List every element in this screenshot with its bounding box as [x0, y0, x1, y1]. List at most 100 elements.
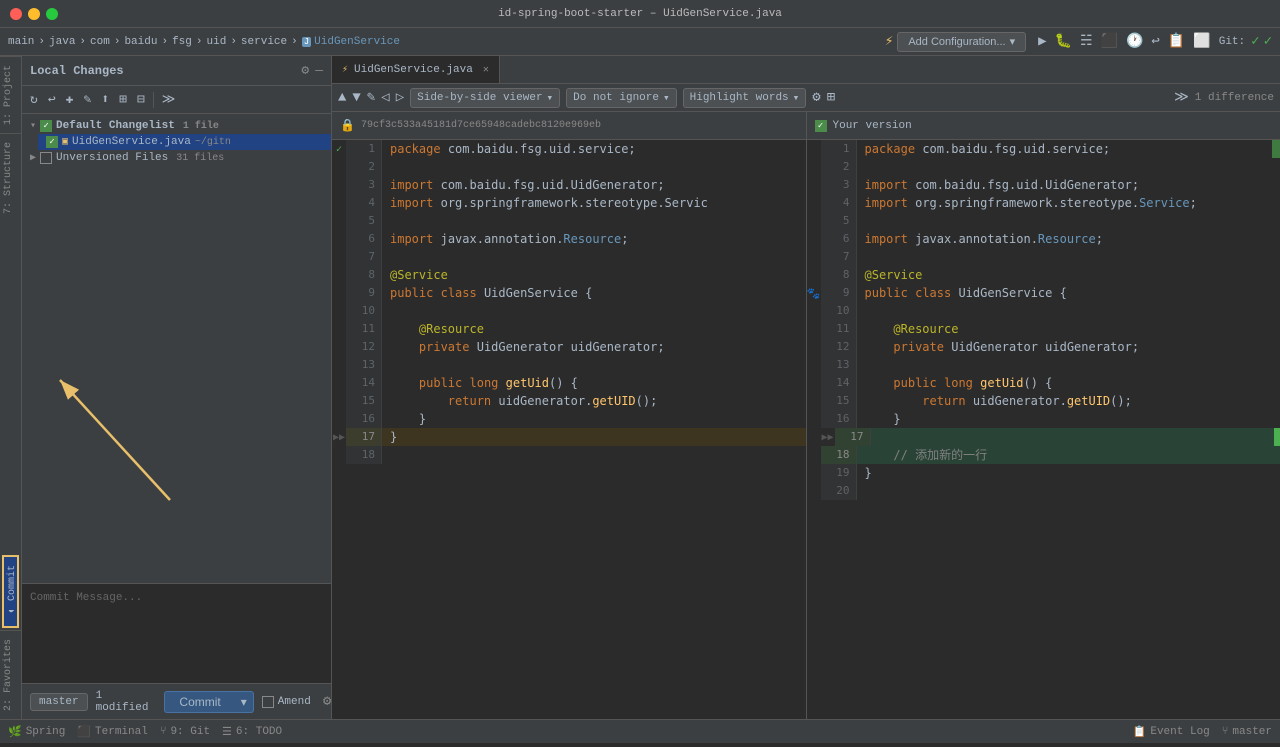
breadcrumb-com[interactable]: com [90, 36, 110, 48]
minimize-button[interactable] [28, 8, 40, 20]
right-diff-checkbox[interactable]: ✓ [815, 120, 827, 132]
amend-option[interactable]: Amend [262, 696, 311, 708]
event-log-status[interactable]: 📋 Event Log [1133, 725, 1210, 739]
more-btn[interactable]: ≫ [158, 90, 180, 109]
sidebar-tab-commit[interactable]: ☁ Commit [2, 555, 19, 628]
add-btn[interactable]: ✚ [62, 90, 78, 109]
expand-arrow-icon[interactable]: ▾ [30, 120, 36, 132]
commit-button[interactable]: Commit [164, 691, 234, 713]
line-content [382, 248, 806, 266]
fullscreen-button[interactable] [46, 8, 58, 20]
line-content: @Resource [382, 320, 806, 338]
commit-settings-icon[interactable]: ⚙ [323, 693, 331, 710]
breadcrumb-fsg[interactable]: fsg [172, 36, 192, 48]
line-content: package com.baidu.fsg.uid.service; [382, 140, 806, 158]
file-tab-uidgenservice[interactable]: ⚡ UidGenService.java ✕ [332, 56, 500, 83]
spring-status[interactable]: 🌿 Spring [8, 725, 65, 739]
group-btn[interactable]: ⊞ [115, 90, 131, 109]
breadcrumb-baidu[interactable]: baidu [124, 36, 157, 48]
close-button[interactable] [10, 8, 22, 20]
copy-icon[interactable]: 📋 [1168, 33, 1185, 50]
sidebar-tab-project[interactable]: 1: Project [0, 56, 21, 133]
highlight-select[interactable]: Highlight words ▾ [683, 88, 807, 108]
diff-back-button[interactable]: ◁ [381, 89, 389, 106]
diff-line-marker [332, 302, 346, 320]
terminal-label: Terminal [95, 726, 148, 738]
master-branch-status[interactable]: ⑂ master [1222, 726, 1272, 738]
diff-settings-icon[interactable]: ⚙ [812, 89, 820, 106]
coverage-icon[interactable]: ☵ [1080, 33, 1093, 50]
debug-icon[interactable]: 🐛 [1055, 33, 1072, 50]
diff-more-icon[interactable]: ≫ [1174, 89, 1189, 106]
diff-columns-icon[interactable]: ⊞ [827, 89, 835, 106]
diff-line-marker [807, 428, 821, 446]
diff-line: 10 [332, 302, 806, 320]
breadcrumb-uid[interactable]: uid [207, 36, 227, 48]
breadcrumb-class[interactable]: J UidGenService [302, 36, 400, 48]
diff-line-marker [807, 212, 821, 230]
git-status[interactable]: ⑂ 9: Git [160, 726, 210, 738]
breadcrumb-main[interactable]: main [8, 36, 34, 48]
diff-line: 7 [807, 248, 1280, 266]
fold-icon[interactable]: ▶▶ [332, 428, 346, 446]
edit-btn[interactable]: ✎ [79, 90, 95, 109]
unversioned-files-header[interactable]: ▶ Unversioned Files 31 files [22, 150, 331, 166]
line-content [382, 302, 806, 320]
fold-icon[interactable]: ▶▶ [821, 428, 835, 446]
commit-dropdown-button[interactable]: ▾ [235, 691, 254, 713]
diff-line-added-17: ▶▶ 17 [807, 428, 1280, 446]
unversioned-expand-icon[interactable]: ▶ [30, 152, 36, 164]
stop-icon[interactable]: ⬛ [1101, 33, 1118, 50]
line-content [382, 158, 806, 176]
changes-toolbar: ↻ ↩ ✚ ✎ ⬆ ⊞ ⊟ ≫ [22, 86, 331, 114]
file-checkbox[interactable]: ✓ [46, 136, 58, 148]
diff-edit-button[interactable]: ✎ [367, 89, 375, 106]
expand-btn[interactable]: ⊟ [133, 90, 149, 109]
highlight-select-label: Highlight words [690, 92, 789, 104]
line-num: 8 [346, 266, 382, 284]
file-tab-name: UidGenService.java [354, 64, 473, 76]
sidebar-tab-structure[interactable]: 7: Structure [0, 133, 21, 222]
unversioned-checkbox[interactable] [40, 152, 52, 164]
status-bar: 🌿 Spring ⬛ Terminal ⑂ 9: Git ☰ 6: TODO 📋… [0, 719, 1280, 743]
refresh-btn[interactable]: ↻ [26, 90, 42, 109]
layout-icon[interactable]: ⬜ [1193, 33, 1210, 50]
sidebar-tab-favorites[interactable]: 2: Favorites [0, 630, 21, 719]
diff-line-marker [332, 284, 346, 302]
left-diff-side: 🔒 79cf3c533a45181d7ce65948cadebc8120e969… [332, 112, 807, 719]
changelist-checkbox[interactable]: ✓ [40, 120, 52, 132]
upload-btn[interactable]: ⬆ [97, 90, 113, 109]
git-checkmark-icon[interactable]: ✓ [1264, 33, 1272, 50]
diff-line: 🐾 9 public class UidGenService { [807, 284, 1280, 302]
diff-prev-button[interactable]: ▲ [338, 90, 346, 106]
window-controls[interactable] [10, 8, 58, 20]
event-log-icon: 📋 [1133, 725, 1147, 739]
close-panel-icon[interactable]: — [315, 63, 323, 78]
breadcrumb-java[interactable]: java [49, 36, 75, 48]
undo-icon[interactable]: ↩ [1151, 33, 1159, 50]
diff-line: 11 @Resource [807, 320, 1280, 338]
file-item[interactable]: ✓ ▣ UidGenService.java ~/gitn [38, 134, 331, 150]
line-content: } [857, 410, 1280, 428]
spring-icon: 🌿 [8, 725, 22, 739]
settings-icon[interactable]: ⚙ [301, 63, 309, 78]
todo-status[interactable]: ☰ 6: TODO [222, 725, 282, 739]
add-configuration-button[interactable]: Add Configuration... ▾ [897, 32, 1026, 52]
ignore-select[interactable]: Do not ignore ▾ [566, 88, 676, 108]
run-icon[interactable]: ▶ [1038, 33, 1046, 50]
diff-next-button[interactable]: ▼ [352, 90, 360, 106]
git-check-icon[interactable]: ✓ [1251, 33, 1259, 50]
default-changelist-header[interactable]: ▾ ✓ Default Changelist 1 file [22, 118, 331, 134]
line-content: @Service [382, 266, 806, 284]
rollback-btn[interactable]: ↩ [44, 90, 60, 109]
commit-message-input[interactable] [22, 584, 331, 683]
breadcrumb-service[interactable]: service [241, 36, 287, 48]
amend-checkbox[interactable] [262, 696, 274, 708]
viewer-select[interactable]: Side-by-side viewer ▾ [410, 88, 560, 108]
terminal-status[interactable]: ⬛ Terminal [77, 725, 148, 739]
commit-message-area[interactable]: Commit Message... [22, 583, 331, 683]
diff-forward-button[interactable]: ▷ [396, 89, 404, 106]
file-tab-close-button[interactable]: ✕ [483, 64, 489, 76]
history-icon[interactable]: 🕐 [1126, 33, 1143, 50]
diff-line: 14 public long getUid() { [807, 374, 1280, 392]
